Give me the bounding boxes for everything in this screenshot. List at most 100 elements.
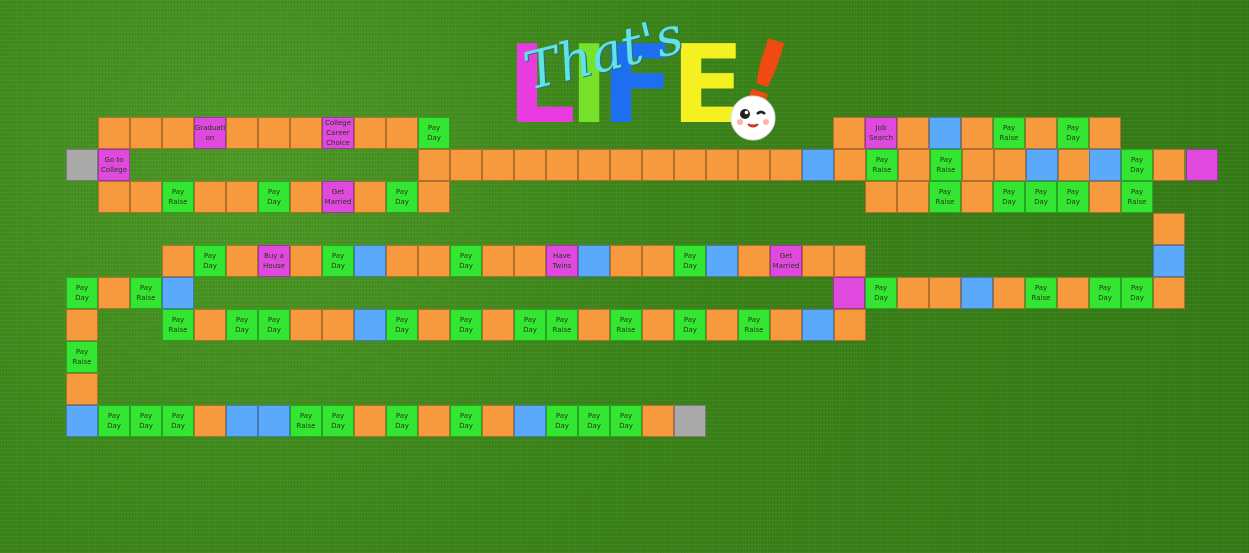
board-tile-buy-a-house[interactable]: Buy a House <box>258 245 290 277</box>
board-tile-pay-raise[interactable]: Pay Raise <box>162 309 194 341</box>
board-tile-blank[interactable] <box>194 181 226 213</box>
board-tile-blank[interactable] <box>194 309 226 341</box>
board-tile-blank[interactable] <box>354 309 386 341</box>
board-tile-pay-day[interactable]: Pay Day <box>865 277 897 309</box>
board-tile-pay-day[interactable]: Pay Day <box>258 309 290 341</box>
board-tile-blank[interactable] <box>706 149 738 181</box>
board-tile-blank[interactable] <box>514 149 546 181</box>
board-tile-blank[interactable] <box>802 245 834 277</box>
board-tile-graduati-on[interactable]: Graduati on <box>194 117 226 149</box>
board-tile-blank[interactable] <box>897 277 929 309</box>
board-tile-pay-raise[interactable]: Pay Raise <box>993 117 1025 149</box>
board-tile-blank[interactable] <box>834 309 866 341</box>
board-tile-blank[interactable] <box>674 149 706 181</box>
board-tile-blank[interactable] <box>1026 149 1058 181</box>
board-tile-pay-day[interactable]: Pay Day <box>546 405 578 437</box>
board-tile-pay-day[interactable]: Pay Day <box>993 181 1025 213</box>
board-tile-pay-day[interactable]: Pay Day <box>1057 181 1089 213</box>
board-tile-blank[interactable] <box>418 149 450 181</box>
board-tile-blank[interactable] <box>834 245 866 277</box>
board-tile-blank[interactable] <box>578 245 610 277</box>
board-tile-blank[interactable] <box>802 149 834 181</box>
board-tile-blank[interactable] <box>770 309 802 341</box>
board-tile-blank[interactable] <box>578 149 610 181</box>
board-tile-pay-raise[interactable]: Pay Raise <box>546 309 578 341</box>
board-tile-pay-raise[interactable]: Pay Raise <box>1025 277 1057 309</box>
board-tile-blank[interactable] <box>961 277 993 309</box>
board-tile-blank[interactable] <box>290 245 322 277</box>
board-tile-pay-day[interactable]: Pay Day <box>450 405 482 437</box>
board-tile-pay-raise[interactable]: Pay Raise <box>162 181 194 213</box>
board-tile-pay-day[interactable]: Pay Day <box>162 405 194 437</box>
board-tile-pay-day[interactable]: Pay Day <box>610 405 642 437</box>
board-tile-blank[interactable] <box>1025 117 1057 149</box>
board-tile-blank[interactable] <box>354 117 386 149</box>
board-tile-blank[interactable] <box>514 245 546 277</box>
board-tile-blank[interactable] <box>865 181 897 213</box>
board-tile-blank[interactable] <box>354 405 386 437</box>
board-tile-blank[interactable] <box>418 309 450 341</box>
board-tile-blank[interactable] <box>738 149 770 181</box>
board-tile-blank[interactable] <box>706 245 738 277</box>
board-tile-pay-day[interactable]: Pay Day <box>1025 181 1057 213</box>
board-tile-blank[interactable] <box>514 405 546 437</box>
board-tile-pay-day[interactable]: Pay Day <box>1057 117 1089 149</box>
board-tile-pay-day[interactable]: Pay Day <box>514 309 546 341</box>
board-tile-blank[interactable] <box>226 405 258 437</box>
board-tile-pay-day[interactable]: Pay Day <box>1089 277 1121 309</box>
board-tile-pay-day[interactable]: Pay Day <box>418 117 450 149</box>
board-tile-blank[interactable] <box>1153 213 1185 245</box>
board-tile-blank[interactable] <box>258 117 290 149</box>
board-tile-blank[interactable] <box>1057 277 1089 309</box>
board-tile-blank[interactable] <box>354 181 386 213</box>
board-tile-pay-day[interactable]: Pay Day <box>226 309 258 341</box>
board-tile-blank[interactable] <box>994 149 1026 181</box>
board-tile-blank[interactable] <box>66 309 98 341</box>
board-tile-pay-day[interactable]: Pay Day <box>66 277 98 309</box>
board-tile-blank[interactable] <box>1089 117 1121 149</box>
board-tile-blank[interactable] <box>66 373 98 405</box>
board-tile-blank[interactable] <box>833 117 865 149</box>
board-tile-blank[interactable] <box>418 245 450 277</box>
board-tile-go-to-college[interactable]: Go to College <box>98 149 130 181</box>
board-tile-blank[interactable] <box>770 149 802 181</box>
board-tile-blank[interactable] <box>1058 149 1090 181</box>
board-tile-blank[interactable] <box>130 181 162 213</box>
board-tile-blank[interactable] <box>162 117 194 149</box>
board-tile-get-married[interactable]: Get Married <box>770 245 802 277</box>
board-tile-blank[interactable] <box>194 405 226 437</box>
board-tile-blank[interactable] <box>1186 149 1218 181</box>
board-tile-pay-day[interactable]: Pay Day <box>194 245 226 277</box>
board-tile-blank[interactable] <box>290 309 322 341</box>
board-tile-blank[interactable] <box>802 309 834 341</box>
board-tile-blank[interactable] <box>482 405 514 437</box>
board-tile-pay-day[interactable]: Pay Day <box>674 309 706 341</box>
board-tile-blank[interactable] <box>162 245 194 277</box>
board-tile-pay-raise[interactable]: Pay Raise <box>130 277 162 309</box>
board-tile-pay-raise[interactable]: Pay Raise <box>1121 181 1153 213</box>
board-tile-blank[interactable] <box>162 277 194 309</box>
board-tile-blank[interactable] <box>386 117 418 149</box>
board-tile-blank[interactable] <box>1153 149 1185 181</box>
board-tile-blank[interactable] <box>1153 245 1185 277</box>
board-tile-blank[interactable] <box>929 117 961 149</box>
board-tile-get-married[interactable]: Get Married <box>322 181 354 213</box>
board-tile-pay-day[interactable]: Pay Day <box>98 405 130 437</box>
board-tile-pay-raise[interactable]: Pay Raise <box>866 149 898 181</box>
board-tile-blank[interactable] <box>482 309 514 341</box>
board-tile-blank[interactable] <box>897 181 929 213</box>
board-tile-blank[interactable] <box>450 149 482 181</box>
board-tile-pay-day[interactable]: Pay Day <box>1121 149 1153 181</box>
board-tile-blank[interactable] <box>674 405 706 437</box>
board-tile-pay-raise[interactable]: Pay Raise <box>930 149 962 181</box>
board-tile-pay-day[interactable]: Pay Day <box>1121 277 1153 309</box>
board-tile-blank[interactable] <box>962 149 994 181</box>
board-tile-pay-raise[interactable]: Pay Raise <box>610 309 642 341</box>
board-tile-pay-raise[interactable]: Pay Raise <box>66 341 98 373</box>
board-tile-blank[interactable] <box>897 117 929 149</box>
board-tile-blank[interactable] <box>226 181 258 213</box>
board-tile-blank[interactable] <box>610 245 642 277</box>
board-tile-pay-day[interactable]: Pay Day <box>258 181 290 213</box>
board-tile-blank[interactable] <box>98 181 130 213</box>
board-tile-blank[interactable] <box>290 117 322 149</box>
